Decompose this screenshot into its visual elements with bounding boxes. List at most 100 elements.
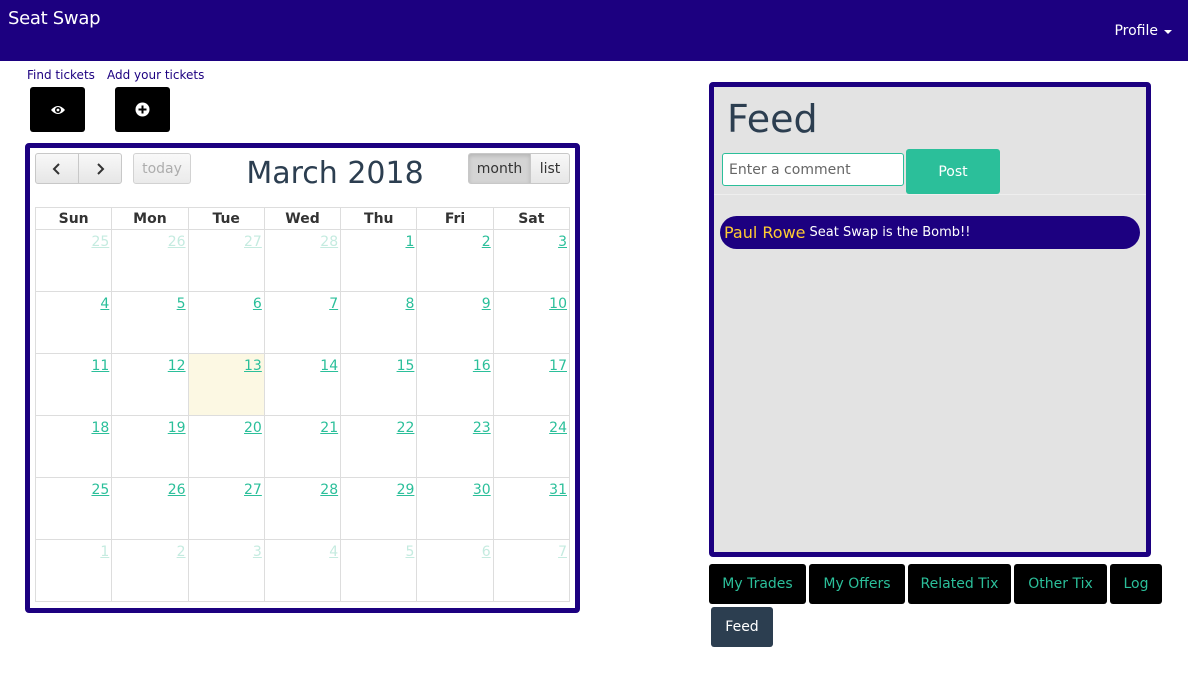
calendar-day-number[interactable]: 3 — [558, 234, 567, 250]
calendar-day-number[interactable]: 28 — [320, 482, 338, 498]
calendar-day-cell[interactable]: 27 — [187, 477, 265, 540]
list-view-button[interactable]: list — [530, 153, 570, 184]
calendar-day-cell[interactable]: 6 — [416, 539, 494, 602]
calendar-day-cell[interactable]: 6 — [187, 291, 265, 354]
calendar-day-cell[interactable]: 4 — [34, 291, 113, 354]
calendar-day-cell[interactable]: 7 — [263, 291, 342, 354]
calendar-day-cell[interactable]: 12 — [111, 353, 189, 416]
calendar-day-number[interactable]: 25 — [91, 482, 109, 498]
calendar-day-number[interactable]: 18 — [91, 420, 109, 436]
calendar-day-number[interactable]: 1 — [405, 234, 414, 250]
calendar-day-cell[interactable]: 17 — [492, 353, 571, 416]
calendar-day-number[interactable]: 30 — [473, 482, 491, 498]
calendar-day-number[interactable]: 10 — [549, 296, 567, 312]
calendar-day-cell[interactable]: 13 — [187, 353, 265, 416]
calendar-day-number[interactable]: 24 — [549, 420, 567, 436]
add-tickets-button[interactable] — [115, 87, 170, 132]
calendar-day-cell[interactable]: 19 — [111, 415, 189, 478]
calendar-day-number[interactable]: 21 — [320, 420, 338, 436]
calendar-day-cell[interactable]: 18 — [34, 415, 113, 478]
tab-feed[interactable]: Feed — [711, 607, 773, 647]
calendar-day-cell[interactable]: 25 — [34, 477, 113, 540]
calendar-day-cell[interactable]: 21 — [263, 415, 342, 478]
prev-month-button[interactable] — [35, 153, 79, 184]
calendar-day-cell[interactable]: 5 — [111, 291, 189, 354]
tab-my-trades[interactable]: My Trades — [709, 564, 806, 604]
calendar-day-number[interactable]: 2 — [482, 234, 491, 250]
calendar-day-number[interactable]: 19 — [168, 420, 186, 436]
comment-input[interactable] — [722, 153, 904, 186]
calendar-day-cell[interactable]: 10 — [492, 291, 571, 354]
tab-my-offers[interactable]: My Offers — [809, 564, 905, 604]
find-tickets-button[interactable] — [30, 87, 85, 132]
calendar-day-cell[interactable]: 15 — [340, 353, 418, 416]
calendar-day-cell[interactable]: 28 — [263, 477, 342, 540]
calendar-day-number[interactable]: 4 — [100, 296, 109, 312]
tab-log[interactable]: Log — [1110, 564, 1162, 604]
calendar-day-cell[interactable]: 3 — [187, 539, 265, 602]
calendar-day-number[interactable]: 9 — [482, 296, 491, 312]
calendar-day-cell[interactable]: 4 — [263, 539, 342, 602]
calendar-day-cell[interactable]: 22 — [340, 415, 418, 478]
calendar-day-number[interactable]: 11 — [91, 358, 109, 374]
calendar-day-number[interactable]: 17 — [549, 358, 567, 374]
calendar-day-number[interactable]: 7 — [558, 544, 567, 560]
calendar-day-cell[interactable]: 5 — [340, 539, 418, 602]
calendar-day-cell[interactable]: 1 — [340, 229, 418, 292]
calendar-day-cell[interactable]: 1 — [34, 539, 113, 602]
calendar-day-cell[interactable]: 27 — [187, 229, 265, 292]
calendar-day-cell[interactable]: 9 — [416, 291, 494, 354]
calendar-day-cell[interactable]: 7 — [492, 539, 571, 602]
calendar-day-cell[interactable]: 11 — [34, 353, 113, 416]
calendar-day-number[interactable]: 27 — [244, 234, 262, 250]
calendar-day-cell[interactable]: 14 — [263, 353, 342, 416]
calendar-day-cell[interactable]: 23 — [416, 415, 494, 478]
calendar-day-cell[interactable]: 8 — [340, 291, 418, 354]
calendar-day-number[interactable]: 14 — [320, 358, 338, 374]
calendar-day-cell[interactable]: 31 — [492, 477, 571, 540]
calendar-day-number[interactable]: 1 — [100, 544, 109, 560]
find-tickets-link[interactable]: Find tickets — [27, 68, 95, 82]
calendar-day-number[interactable]: 2 — [177, 544, 186, 560]
calendar-day-number[interactable]: 5 — [405, 544, 414, 560]
calendar-day-number[interactable]: 22 — [397, 420, 415, 436]
calendar-day-number[interactable]: 12 — [168, 358, 186, 374]
profile-menu[interactable]: Profile — [1114, 23, 1172, 39]
add-tickets-link[interactable]: Add your tickets — [107, 68, 204, 82]
calendar-day-number[interactable]: 7 — [329, 296, 338, 312]
calendar-day-number[interactable]: 31 — [549, 482, 567, 498]
calendar-day-number[interactable]: 29 — [397, 482, 415, 498]
calendar-day-number[interactable]: 27 — [244, 482, 262, 498]
calendar-day-number[interactable]: 16 — [473, 358, 491, 374]
tab-other-tix[interactable]: Other Tix — [1014, 564, 1107, 604]
calendar-day-number[interactable]: 23 — [473, 420, 491, 436]
calendar-day-cell[interactable]: 28 — [263, 229, 342, 292]
calendar-day-cell[interactable]: 26 — [111, 477, 189, 540]
calendar-day-number[interactable]: 3 — [253, 544, 262, 560]
post-button[interactable]: Post — [906, 149, 1000, 194]
calendar-day-cell[interactable]: 2 — [111, 539, 189, 602]
calendar-day-cell[interactable]: 25 — [34, 229, 113, 292]
calendar-day-number[interactable]: 26 — [168, 482, 186, 498]
calendar-day-cell[interactable]: 20 — [187, 415, 265, 478]
calendar-day-number[interactable]: 6 — [482, 544, 491, 560]
month-view-button[interactable]: month — [468, 153, 531, 184]
calendar-day-cell[interactable]: 16 — [416, 353, 494, 416]
today-button[interactable]: today — [133, 153, 191, 184]
calendar-day-cell[interactable]: 2 — [416, 229, 494, 292]
calendar-day-number[interactable]: 6 — [253, 296, 262, 312]
calendar-day-number[interactable]: 8 — [405, 296, 414, 312]
calendar-day-number[interactable]: 15 — [397, 358, 415, 374]
calendar-day-cell[interactable]: 29 — [340, 477, 418, 540]
calendar-day-number[interactable]: 28 — [320, 234, 338, 250]
feed-item-author[interactable]: Paul Rowe — [724, 223, 806, 242]
calendar-day-number[interactable]: 25 — [91, 234, 109, 250]
calendar-day-number[interactable]: 26 — [168, 234, 186, 250]
brand-title[interactable]: Seat Swap — [8, 8, 101, 29]
calendar-day-cell[interactable]: 26 — [111, 229, 189, 292]
tab-related-tix[interactable]: Related Tix — [908, 564, 1011, 604]
calendar-day-cell[interactable]: 3 — [492, 229, 571, 292]
calendar-day-cell[interactable]: 30 — [416, 477, 494, 540]
next-month-button[interactable] — [78, 153, 122, 184]
calendar-day-cell[interactable]: 24 — [492, 415, 571, 478]
